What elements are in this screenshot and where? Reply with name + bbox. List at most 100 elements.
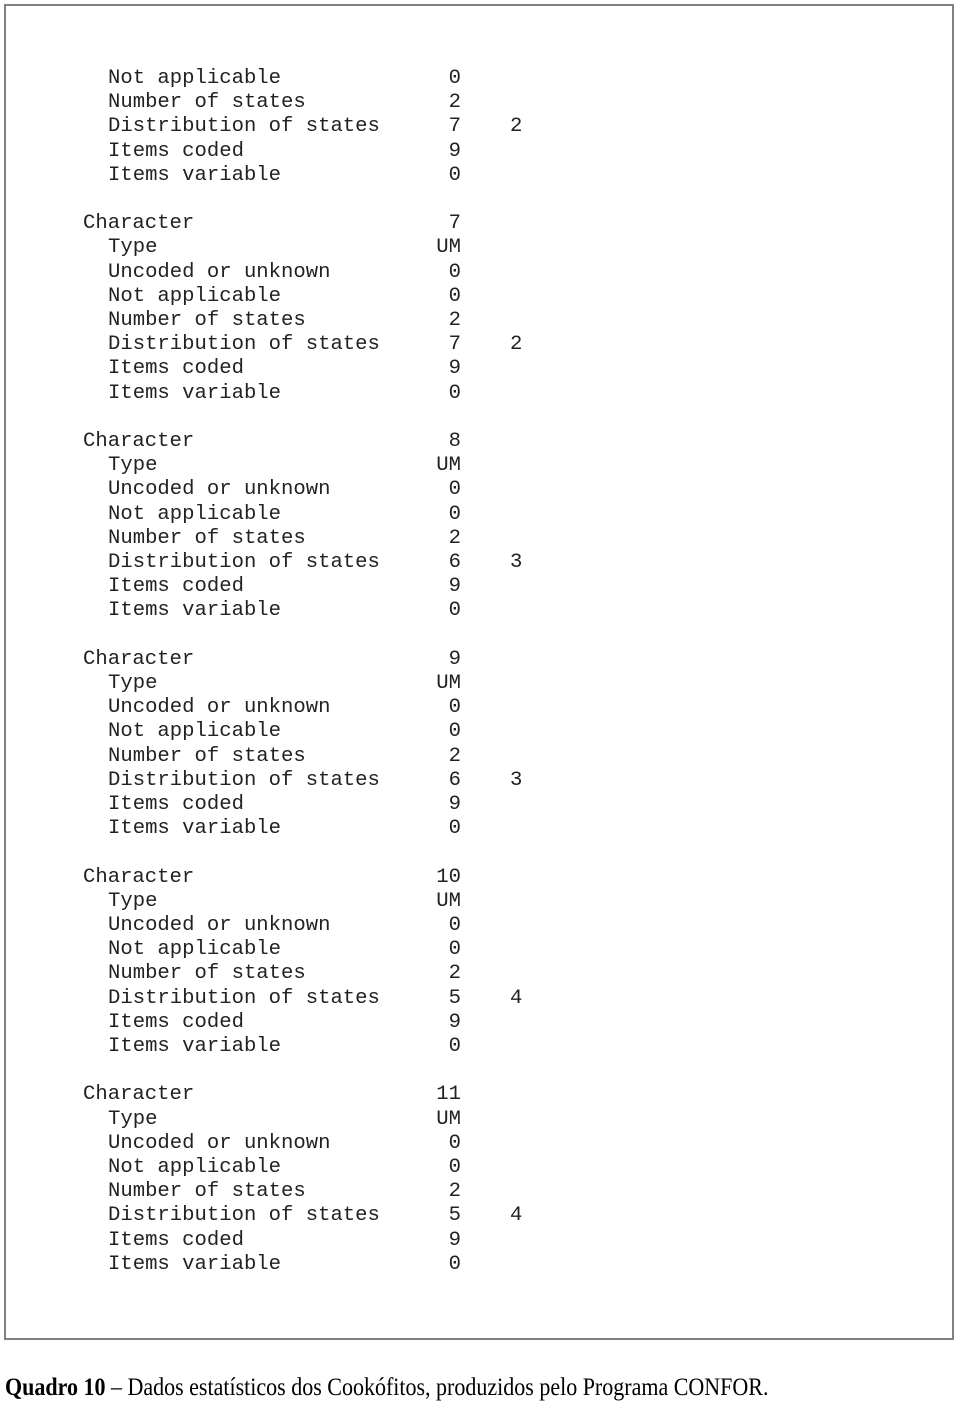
stat-row: Items variable 0 xyxy=(0,599,600,623)
stat-row: Not applicable 0 xyxy=(0,503,600,527)
stat-value: 9 xyxy=(448,1228,461,1252)
stat-label: Distribution of states xyxy=(108,1204,380,1228)
character-header: Character 11 xyxy=(0,1083,600,1107)
stat-value: 2 xyxy=(448,1180,461,1204)
stat-row: Number of states 2 xyxy=(0,91,600,115)
stat-row: Distribution of states 5 4 xyxy=(0,1204,600,1228)
stat-value: 0 xyxy=(448,720,461,744)
stat-value: 9 xyxy=(448,357,461,381)
stat-label: Uncoded or unknown xyxy=(108,914,331,937)
stat-label: Type xyxy=(108,454,158,478)
character-label: Character xyxy=(83,1083,195,1107)
stat-row: Items variable 0 xyxy=(0,1035,600,1059)
stat-row: Distribution of states 7 2 xyxy=(0,333,600,357)
stat-row: Distribution of states 6 3 xyxy=(0,551,600,575)
stat-value: 0 xyxy=(448,284,461,308)
stat-row: Uncoded or unknown 0 xyxy=(0,696,600,720)
stat-row: Distribution of states 5 4 xyxy=(0,987,600,1011)
stat-value: 9 xyxy=(448,139,461,163)
stat-row: Type UM xyxy=(0,236,600,260)
stat-value: 0 xyxy=(448,502,461,526)
character-label: Character xyxy=(83,430,195,453)
stat-value: 0 xyxy=(448,1156,461,1179)
stat-value: UM xyxy=(436,889,461,913)
stat-value-secondary: 2 xyxy=(510,333,523,357)
character-header: Character 7 xyxy=(0,212,600,236)
stat-value: 2 xyxy=(448,962,461,986)
stat-row: Items coded 9 xyxy=(0,140,600,164)
character-header: Character 8 xyxy=(0,430,600,454)
stat-value: 0 xyxy=(448,1035,461,1058)
stat-label: Distribution of states xyxy=(108,986,380,1010)
stat-label: Number of states xyxy=(108,91,306,115)
stat-value: 0 xyxy=(448,817,461,841)
stat-value: 5 xyxy=(448,986,461,1010)
stat-label: Number of states xyxy=(108,1180,306,1204)
stat-label: Uncoded or unknown xyxy=(108,1131,331,1155)
stat-row: Items coded 9 xyxy=(0,575,600,599)
stat-value-secondary: 4 xyxy=(510,1204,523,1228)
stat-row: Type UM xyxy=(0,672,600,696)
stat-label: Items coded xyxy=(108,1010,244,1034)
stat-label: Not applicable xyxy=(108,720,282,744)
stat-label: Distribution of states xyxy=(108,333,380,357)
stat-label: Type xyxy=(108,889,158,913)
stat-label: Number of states xyxy=(108,526,306,550)
stat-row: Items coded 9 xyxy=(0,1011,600,1035)
stat-value: 0 xyxy=(448,914,461,937)
stat-label: Not applicable xyxy=(108,284,282,308)
stat-value: 0 xyxy=(448,1131,461,1155)
caption-text: – Dados estatísticos dos Cookófitos, pro… xyxy=(105,1374,769,1401)
stat-value: 2 xyxy=(448,91,461,115)
stat-label: Not applicable xyxy=(108,502,282,526)
stat-row: Items variable 0 xyxy=(0,1253,600,1277)
stat-row: Items coded 9 xyxy=(0,1229,600,1253)
stat-label: Items variable xyxy=(108,163,282,187)
stat-row: Items variable 0 xyxy=(0,164,600,188)
stat-value: 0 xyxy=(448,260,461,284)
character-label: Character xyxy=(83,865,195,889)
stat-value: 0 xyxy=(448,696,461,720)
stat-value: 0 xyxy=(448,163,461,187)
stat-row: Uncoded or unknown 0 xyxy=(0,914,600,938)
stat-value-secondary: 3 xyxy=(510,551,523,574)
character-number: 10 xyxy=(436,865,461,889)
stat-value: 2 xyxy=(448,309,461,332)
character-label: Character xyxy=(83,647,195,671)
stat-row: Uncoded or unknown 0 xyxy=(0,478,600,502)
stat-row: Items coded 9 xyxy=(0,793,600,817)
stat-row: Items variable 0 xyxy=(0,817,600,841)
stat-value: 7 xyxy=(448,115,461,139)
stat-label: Items coded xyxy=(108,357,244,381)
stat-label: Items coded xyxy=(108,1228,244,1252)
character-header: Character 10 xyxy=(0,866,600,890)
stat-label: Distribution of states xyxy=(108,115,380,139)
stat-value: 0 xyxy=(448,1252,461,1276)
stat-row: Items coded 9 xyxy=(0,357,600,381)
stat-row: Type UM xyxy=(0,1108,600,1132)
stat-label: Distribution of states xyxy=(108,768,380,792)
stat-label: Not applicable xyxy=(108,938,282,962)
stat-value: 5 xyxy=(448,1204,461,1228)
caption-label: Quadro 10 xyxy=(5,1374,106,1401)
stat-row: Type UM xyxy=(0,454,600,478)
stat-value: UM xyxy=(436,454,461,478)
stat-label: Number of states xyxy=(108,962,306,986)
character-header: Character 9 xyxy=(0,648,600,672)
character-number: 9 xyxy=(448,647,461,671)
stat-label: Not applicable xyxy=(108,67,282,90)
stat-label: Distribution of states xyxy=(108,551,380,574)
stat-row: Number of states 2 xyxy=(0,962,600,986)
stat-row: Not applicable 0 xyxy=(0,720,600,744)
stat-row: Uncoded or unknown 0 xyxy=(0,1132,600,1156)
stat-label: Type xyxy=(108,672,158,695)
stat-label: Items coded xyxy=(108,139,244,163)
stat-label: Items variable xyxy=(108,381,282,405)
stat-row: Number of states 2 xyxy=(0,527,600,551)
stat-label: Items variable xyxy=(108,1035,282,1058)
character-number: 7 xyxy=(448,212,461,236)
stat-label: Items variable xyxy=(108,1252,282,1276)
stat-value: 2 xyxy=(448,744,461,768)
stat-label: Number of states xyxy=(108,309,306,332)
stat-value: UM xyxy=(436,236,461,260)
